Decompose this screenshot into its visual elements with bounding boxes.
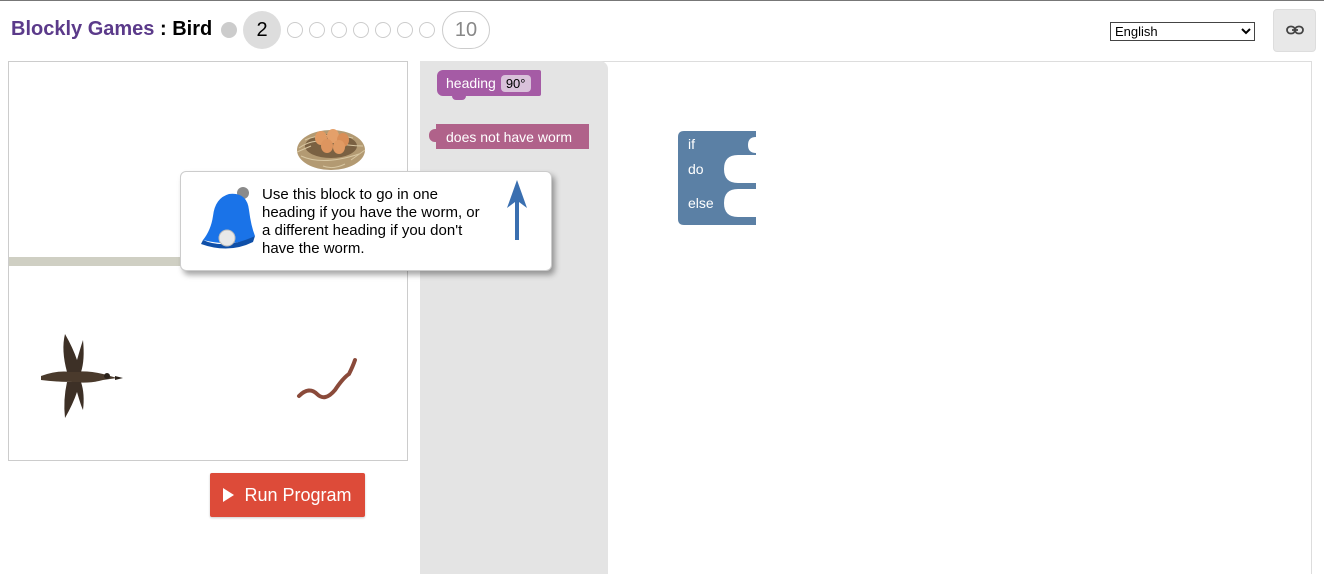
- run-program-button[interactable]: Run Program: [210, 473, 365, 517]
- level-last[interactable]: 10: [442, 11, 490, 49]
- level-8-dot[interactable]: [397, 22, 413, 38]
- level-6-dot[interactable]: [353, 22, 369, 38]
- level-5-dot[interactable]: [331, 22, 347, 38]
- does-not-have-worm-block[interactable]: does not have worm: [429, 124, 589, 149]
- level-selector: 2 10: [218, 11, 490, 49]
- page-title: Blockly Games : Bird: [11, 18, 212, 41]
- title-separator: :: [154, 18, 173, 40]
- level-3-dot[interactable]: [287, 22, 303, 38]
- bird-image: [41, 334, 123, 418]
- language-select[interactable]: English: [1110, 22, 1255, 41]
- arrow-up-icon: [505, 178, 529, 247]
- app-name-link[interactable]: Blockly Games: [11, 18, 154, 40]
- heading-block-notch: [452, 95, 466, 100]
- play-icon: [223, 488, 235, 502]
- top-border: [0, 0, 1324, 1]
- heading-angle-field[interactable]: 90°: [500, 74, 531, 92]
- nest-image: [296, 129, 366, 170]
- heading-block[interactable]: heading 90°: [437, 70, 541, 100]
- condition-block-label: does not have worm: [446, 128, 573, 145]
- hint-text: Use this block to go in one heading if y…: [262, 186, 480, 257]
- if-else-block[interactable]: if do else: [678, 131, 756, 225]
- heading-block-label: heading: [446, 75, 496, 91]
- do-label: do: [688, 161, 704, 177]
- else-label: else: [688, 195, 714, 211]
- level-current[interactable]: 2: [243, 11, 281, 49]
- game-name: Bird: [172, 18, 213, 40]
- if-label: if: [688, 136, 695, 152]
- hint-dialog: Use this block to go in one heading if y…: [180, 171, 552, 271]
- level-1-dot[interactable]: [221, 22, 237, 38]
- link-button[interactable]: [1273, 9, 1316, 52]
- worm-image: [297, 358, 357, 400]
- level-4-dot[interactable]: [309, 22, 325, 38]
- bell-icon: [195, 186, 255, 257]
- level-9-dot[interactable]: [419, 22, 435, 38]
- output-tab: [429, 129, 437, 142]
- level-7-dot[interactable]: [375, 22, 391, 38]
- link-icon: [1285, 22, 1304, 40]
- run-program-label: Run Program: [244, 484, 352, 505]
